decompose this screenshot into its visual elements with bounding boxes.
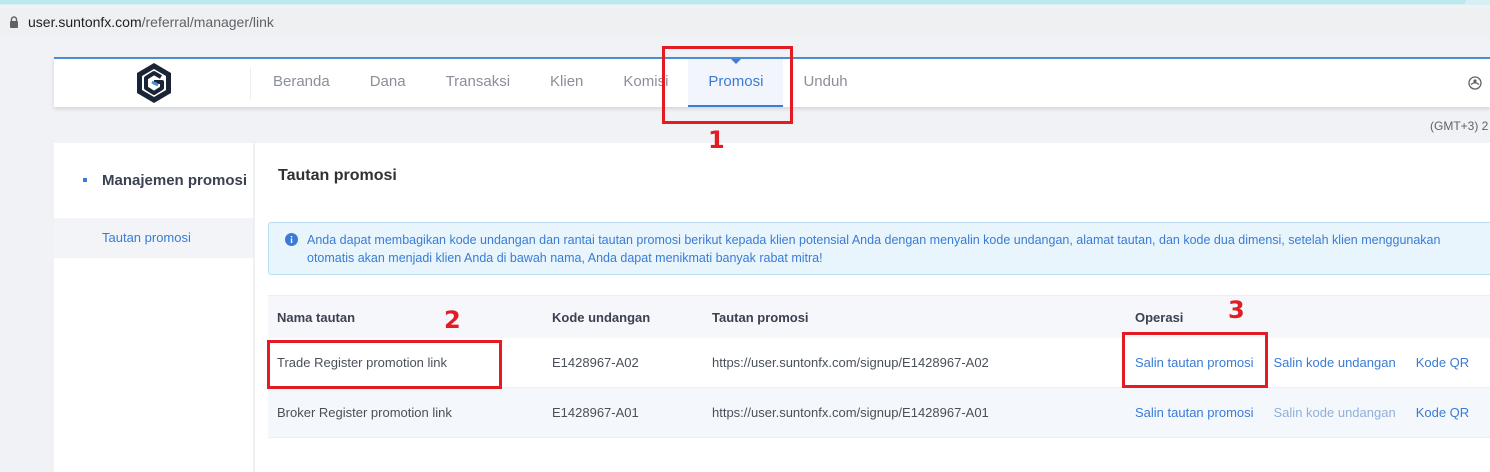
cell-invite-code: E1428967-A01 [552,405,639,420]
info-text-line-2: otomatis akan menjadi klien Anda di bawa… [307,251,823,265]
column-header-nama-tautan: Nama tautan [277,310,356,325]
qr-code-button[interactable]: Kode QR [1416,338,1469,387]
nav-klien[interactable]: Klien [530,59,603,107]
logo-divider [250,67,251,99]
annotation-box-3 [1122,332,1268,388]
sidebar: Manajemen promosi Tautan promosi [54,143,254,472]
cell-promo-link: https://user.suntonfx.com/signup/E142896… [712,405,989,420]
column-header-kode-undangan: Kode undangan [552,310,651,325]
url-path: /referral/manager/link [141,14,274,30]
timezone-label: (GMT+3) 2 [1430,119,1489,133]
nav-dana[interactable]: Dana [350,59,426,107]
sidebar-group-label: Manajemen promosi [102,171,248,189]
annotation-box-2 [267,340,502,389]
copy-invite-code-button[interactable]: Salin kode undangan [1274,338,1396,387]
url-text[interactable]: user.suntonfx.com/referral/manager/link [28,14,274,30]
copy-promo-link-button[interactable]: Salin tautan promosi [1135,388,1254,437]
brand-logo[interactable] [132,61,176,105]
user-icon[interactable] [1467,75,1483,91]
sidebar-item-tautan-promosi[interactable]: Tautan promosi [54,218,253,258]
cell-operations: Salin tautan promosi Salin kode undangan… [1126,388,1490,437]
copy-invite-code-button[interactable]: Salin kode undangan [1274,388,1396,437]
info-icon [285,233,298,246]
info-text: Anda dapat membagikan kode undangan dan … [307,231,1490,267]
column-header-tautan-promosi: Tautan promosi [712,310,809,325]
lock-icon [6,14,22,30]
sidebar-group-manajemen-promosi[interactable]: Manajemen promosi [54,165,254,195]
annotation-box-1 [662,46,793,124]
table-row: Broker Register promotion link E1428967-… [268,388,1490,438]
qr-code-button[interactable]: Kode QR [1416,388,1469,437]
page-title: Tautan promosi [278,167,397,184]
nav-beranda[interactable]: Beranda [253,59,350,107]
bullet-icon [83,178,87,182]
nav-unduh[interactable]: Unduh [783,59,867,107]
cell-promo-link: https://user.suntonfx.com/signup/E142896… [712,355,989,370]
main-content: Tautan promosi Anda dapat membagikan kod… [255,143,1490,472]
cell-link-name: Broker Register promotion link [277,405,452,420]
nav-transaksi[interactable]: Transaksi [426,59,530,107]
browser-top-accent [0,0,1490,5]
annotation-number-3: 3 [1228,296,1245,324]
cell-invite-code: E1428967-A02 [552,355,639,370]
annotation-number-1: 1 [708,126,725,154]
address-bar[interactable]: user.suntonfx.com/referral/manager/link [0,8,1490,36]
url-host: user.suntonfx.com [28,14,142,30]
info-text-line-1: Anda dapat membagikan kode undangan dan … [307,233,1441,247]
annotation-number-2: 2 [444,306,461,334]
info-alert: Anda dapat membagikan kode undangan dan … [268,222,1490,275]
